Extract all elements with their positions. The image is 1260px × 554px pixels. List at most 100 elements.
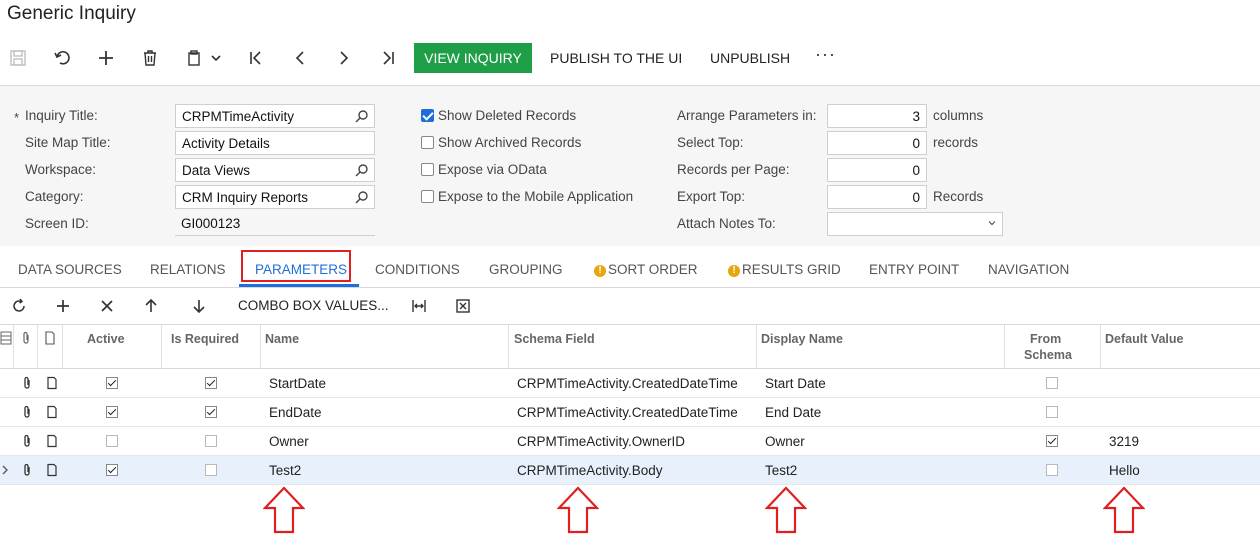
- search-icon[interactable]: [355, 163, 369, 177]
- category-value: CRM Inquiry Reports: [182, 190, 309, 205]
- tab-entry-point[interactable]: ENTRY POINT: [869, 262, 959, 277]
- first-icon[interactable]: [242, 44, 270, 72]
- table-row[interactable]: StartDate CRPMTimeActivity.CreatedDateTi…: [0, 369, 1260, 398]
- undo-icon[interactable]: [48, 44, 76, 72]
- paperclip-icon[interactable]: [20, 376, 34, 390]
- annotation-arrow-icon: [263, 486, 305, 534]
- note-icon[interactable]: [45, 463, 59, 477]
- note-icon[interactable]: [45, 434, 59, 448]
- active-checkbox[interactable]: [106, 377, 118, 389]
- tab-conditions[interactable]: CONDITIONS: [375, 262, 460, 277]
- show-deleted-checkbox[interactable]: [421, 109, 434, 122]
- search-icon[interactable]: [355, 109, 369, 123]
- name-cell[interactable]: StartDate: [269, 376, 326, 391]
- from-schema-checkbox[interactable]: [1046, 406, 1058, 418]
- column-header-default-value[interactable]: Default Value: [1105, 332, 1184, 346]
- default-value-cell[interactable]: Hello: [1109, 463, 1140, 478]
- attach-notes-select[interactable]: [827, 212, 1003, 236]
- more-icon[interactable]: ···: [815, 44, 836, 65]
- column-header-name[interactable]: Name: [265, 332, 299, 346]
- export-top-field[interactable]: 0: [827, 185, 927, 209]
- tabs-divider: [0, 287, 1260, 288]
- paperclip-icon[interactable]: [20, 434, 34, 448]
- category-field[interactable]: CRM Inquiry Reports: [175, 185, 375, 209]
- tab-grouping[interactable]: GROUPING: [489, 262, 563, 277]
- default-value-cell[interactable]: 3219: [1109, 434, 1139, 449]
- expose-odata-checkbox[interactable]: [421, 163, 434, 176]
- from-schema-checkbox[interactable]: [1046, 464, 1058, 476]
- column-header-active[interactable]: Active: [87, 332, 125, 346]
- fit-columns-icon[interactable]: [409, 296, 429, 316]
- records-per-page-field[interactable]: 0: [827, 158, 927, 182]
- schema-field-cell[interactable]: CRPMTimeActivity.Body: [517, 463, 663, 478]
- active-checkbox[interactable]: [106, 435, 118, 447]
- arrow-up-icon[interactable]: [141, 296, 161, 316]
- trash-icon[interactable]: [136, 44, 164, 72]
- table-row[interactable]: EndDate CRPMTimeActivity.CreatedDateTime…: [0, 398, 1260, 427]
- prev-icon[interactable]: [286, 44, 314, 72]
- display-name-cell[interactable]: Start Date: [765, 376, 826, 391]
- is-required-checkbox[interactable]: [205, 464, 217, 476]
- table-row[interactable]: Owner CRPMTimeActivity.OwnerID Owner 321…: [0, 427, 1260, 456]
- refresh-icon[interactable]: [9, 296, 29, 316]
- active-checkbox[interactable]: [106, 406, 118, 418]
- inquiry-title-field[interactable]: CRPMTimeActivity: [175, 104, 375, 128]
- is-required-checkbox[interactable]: [205, 435, 217, 447]
- active-checkbox[interactable]: [106, 464, 118, 476]
- expose-mobile-checkbox[interactable]: [421, 190, 434, 203]
- name-cell[interactable]: Test2: [269, 463, 301, 478]
- paperclip-icon[interactable]: [20, 405, 34, 419]
- select-top-field[interactable]: 0: [827, 131, 927, 155]
- tab-relations[interactable]: RELATIONS: [150, 262, 226, 277]
- export-top-unit: Records: [933, 189, 984, 204]
- is-required-checkbox[interactable]: [205, 377, 217, 389]
- export-top-label: Export Top:: [677, 189, 746, 204]
- combo-box-values-button[interactable]: COMBO BOX VALUES...: [238, 298, 389, 313]
- from-schema-checkbox[interactable]: [1046, 435, 1058, 447]
- display-name-cell[interactable]: End Date: [765, 405, 821, 420]
- plus-icon[interactable]: [92, 44, 120, 72]
- table-row[interactable]: Test2 CRPMTimeActivity.Body Test2 Hello: [0, 456, 1260, 485]
- view-inquiry-button[interactable]: VIEW INQUIRY: [414, 43, 532, 73]
- schema-field-cell[interactable]: CRPMTimeActivity.CreatedDateTime: [517, 405, 738, 420]
- name-cell[interactable]: EndDate: [269, 405, 322, 420]
- arrange-field[interactable]: 3: [827, 104, 927, 128]
- is-required-checkbox[interactable]: [205, 406, 217, 418]
- excel-icon[interactable]: [453, 296, 473, 316]
- site-map-title-field[interactable]: Activity Details: [175, 131, 375, 155]
- tab-navigation[interactable]: NAVIGATION: [988, 262, 1069, 277]
- show-archived-checkbox[interactable]: [421, 136, 434, 149]
- display-name-cell[interactable]: Test2: [765, 463, 797, 478]
- column-header-display-name[interactable]: Display Name: [761, 332, 843, 346]
- from-schema-checkbox[interactable]: [1046, 377, 1058, 389]
- tab-data-sources[interactable]: DATA SOURCES: [18, 262, 122, 277]
- note-icon[interactable]: [45, 376, 59, 390]
- arrow-down-icon[interactable]: [189, 296, 209, 316]
- unpublish-button[interactable]: UNPUBLISH: [710, 50, 790, 66]
- select-top-label: Select Top:: [677, 135, 744, 150]
- close-icon[interactable]: [97, 296, 117, 316]
- attach-notes-label: Attach Notes To:: [677, 216, 776, 231]
- column-header-from[interactable]: From: [1030, 332, 1061, 346]
- search-icon[interactable]: [355, 190, 369, 204]
- column-header-is-required[interactable]: Is Required: [171, 332, 239, 346]
- publish-button[interactable]: PUBLISH TO THE UI: [550, 50, 682, 66]
- next-icon[interactable]: [330, 44, 358, 72]
- annotation-arrow-icon: [557, 486, 599, 534]
- note-icon[interactable]: [45, 405, 59, 419]
- tab-results-grid[interactable]: ! RESULTS GRID: [728, 262, 841, 277]
- paperclip-icon[interactable]: [20, 463, 34, 477]
- schema-field-cell[interactable]: CRPMTimeActivity.CreatedDateTime: [517, 376, 738, 391]
- schema-field-cell[interactable]: CRPMTimeActivity.OwnerID: [517, 434, 685, 449]
- row-selector-icon: [0, 331, 12, 345]
- column-header-schema-field[interactable]: Schema Field: [514, 332, 595, 346]
- plus-icon[interactable]: [53, 296, 73, 316]
- workspace-field[interactable]: Data Views: [175, 158, 375, 182]
- chevron-down-icon[interactable]: [204, 44, 228, 72]
- last-icon[interactable]: [374, 44, 402, 72]
- name-cell[interactable]: Owner: [269, 434, 309, 449]
- save-icon[interactable]: [4, 44, 32, 72]
- display-name-cell[interactable]: Owner: [765, 434, 805, 449]
- column-header-schema[interactable]: Schema: [1024, 348, 1072, 362]
- tab-sort-order[interactable]: ! SORT ORDER: [594, 262, 698, 277]
